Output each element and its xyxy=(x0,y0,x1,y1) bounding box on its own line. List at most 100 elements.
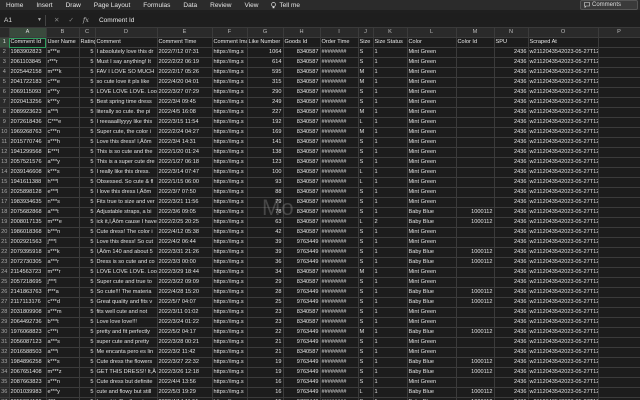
cell[interactable] xyxy=(456,347,495,358)
cell[interactable] xyxy=(598,207,640,218)
cell[interactable]: 8340587 xyxy=(283,57,321,68)
cell[interactable] xyxy=(598,177,640,188)
cell[interactable]: 2436 xyxy=(494,347,529,358)
cell[interactable]: S xyxy=(358,317,374,328)
cell[interactable]: 1 xyxy=(373,367,408,378)
row-header[interactable]: 16 xyxy=(0,187,10,198)
cell[interactable]: 1064 xyxy=(247,47,284,58)
cell[interactable]: M xyxy=(358,267,374,278)
cell[interactable] xyxy=(456,197,495,208)
cell[interactable]: 5 xyxy=(79,187,96,198)
cell[interactable]: 290 xyxy=(247,87,284,98)
cell[interactable]: https://img.s xyxy=(212,297,248,308)
cell[interactable] xyxy=(598,227,640,238)
row-header[interactable]: 22 xyxy=(0,247,10,258)
cell[interactable]: 5 xyxy=(79,177,96,188)
cell[interactable]: 5 xyxy=(79,317,96,328)
cell[interactable]: 2031809908 xyxy=(9,307,47,318)
cell[interactable]: S xyxy=(358,207,374,218)
cell[interactable]: Mint Green xyxy=(407,197,457,208)
cell[interactable]: w2112043542023-05-27T12:42:26.4512 xyxy=(528,77,599,88)
cell[interactable]: 8340587 xyxy=(283,187,321,198)
cell[interactable] xyxy=(456,127,495,138)
cell[interactable]: 19 xyxy=(247,357,284,368)
cell[interactable]: 2022/5/2 04:17 xyxy=(157,327,213,338)
cell[interactable]: Baby Blue xyxy=(407,217,457,228)
cell[interactable]: Baby Blue xyxy=(407,297,457,308)
name-box[interactable]: A1 ▼ xyxy=(0,14,46,26)
cell[interactable]: https://img.s xyxy=(212,177,248,188)
cell[interactable]: 2022/3/14 07:47 xyxy=(157,167,213,178)
cell[interactable]: w2112043542023-05-27T12:42:26.0842 xyxy=(528,157,599,168)
cell[interactable]: ######## xyxy=(320,167,359,178)
cell[interactable]: 2436 xyxy=(494,227,529,238)
cell[interactable]: Mint Green xyxy=(407,157,457,168)
cell[interactable]: 2022/3/28 00:21 xyxy=(157,337,213,348)
cell[interactable]: Baby Blue xyxy=(407,247,457,258)
cell[interactable]: I‚Äôm 140 and about 5 xyxy=(95,247,158,258)
cell[interactable]: 42 xyxy=(247,227,284,238)
cell[interactable]: L xyxy=(358,217,374,228)
cell[interactable] xyxy=(598,137,640,148)
cell[interactable]: 9763449 xyxy=(283,297,321,308)
cell[interactable]: Size xyxy=(358,37,374,48)
cell[interactable]: GET THIS DRESS!! It,Ä xyxy=(95,367,158,378)
cell[interactable]: 8340587 xyxy=(283,127,321,138)
cell[interactable]: 5 xyxy=(79,107,96,118)
cell[interactable] xyxy=(598,357,640,368)
cell[interactable]: Me encanta pero es lin xyxy=(95,347,158,358)
cell[interactable]: M xyxy=(358,127,374,138)
cell[interactable]: 2039146608 xyxy=(9,167,47,178)
cell[interactable]: ######## xyxy=(320,287,359,298)
cell[interactable]: 1 xyxy=(373,377,408,388)
cell[interactable]: This is a super cute dre xyxy=(95,157,158,168)
cell[interactable]: M xyxy=(358,327,374,338)
cell[interactable]: c***d xyxy=(46,297,80,308)
cell[interactable]: 1000112 xyxy=(456,297,495,308)
row-header[interactable]: 14 xyxy=(0,167,10,178)
cell[interactable]: w2112043542023-05-27T12:42:31.8202 xyxy=(528,297,599,308)
cell[interactable]: 8340587 xyxy=(283,347,321,358)
cell[interactable]: Baby Blue xyxy=(407,327,457,338)
cell[interactable]: s***h xyxy=(46,137,80,148)
cell[interactable]: 2436 xyxy=(494,147,529,158)
cell[interactable]: 39 xyxy=(247,247,284,258)
cell[interactable]: Great quality and fits v xyxy=(95,297,158,308)
tell-me-box[interactable]: Tell me xyxy=(271,2,313,9)
cell[interactable]: ######## xyxy=(320,277,359,288)
cell[interactable]: Mint Green xyxy=(407,57,457,68)
cell[interactable]: Mint Green xyxy=(407,147,457,158)
cell[interactable]: w2112043542023-05-27T12:42:26.4512 xyxy=(528,117,599,128)
cell[interactable]: 2022/3/22 09:09 xyxy=(157,277,213,288)
menu-page-layout[interactable]: Page Layout xyxy=(94,2,131,9)
cell[interactable]: 1 xyxy=(373,227,408,238)
cell[interactable]: Super cute and true to xyxy=(95,277,158,288)
row-header[interactable]: 13 xyxy=(0,157,10,168)
cell[interactable]: S xyxy=(358,47,374,58)
cell[interactable]: S xyxy=(358,97,374,108)
cell[interactable]: 2436 xyxy=(494,307,529,318)
column-header-p[interactable]: P xyxy=(598,28,640,38)
row-header[interactable]: 36 xyxy=(0,387,10,398)
cell[interactable]: w2112043542023-05-27T12:42:26.0842 xyxy=(528,207,599,218)
cell[interactable]: 2022/3/6 09:05 xyxy=(157,207,213,218)
cell[interactable]: 2025442158 xyxy=(9,67,47,78)
cell[interactable]: ######## xyxy=(320,97,359,108)
cell[interactable] xyxy=(598,237,640,248)
cell[interactable]: 2436 xyxy=(494,337,529,348)
column-header-d[interactable]: D xyxy=(95,28,158,38)
cell[interactable]: 2022/3/27 07:29 xyxy=(157,87,213,98)
cell[interactable]: 1 xyxy=(373,247,408,258)
cell[interactable] xyxy=(598,97,640,108)
cell[interactable]: 5 xyxy=(79,377,96,388)
cell[interactable]: Adjustable straps, a bi xyxy=(95,207,158,218)
cell[interactable]: 2022/1/15 06:00 xyxy=(157,177,213,188)
row-header[interactable]: 8 xyxy=(0,107,10,118)
cell[interactable]: 1 xyxy=(373,87,408,98)
cell[interactable]: 1 xyxy=(373,257,408,268)
cell[interactable]: 2057521576 xyxy=(9,157,47,168)
cell[interactable]: 9763449 xyxy=(283,377,321,388)
cell[interactable]: Comment xyxy=(95,37,158,48)
cell[interactable]: 5 xyxy=(79,337,96,348)
row-header[interactable]: 20 xyxy=(0,227,10,238)
